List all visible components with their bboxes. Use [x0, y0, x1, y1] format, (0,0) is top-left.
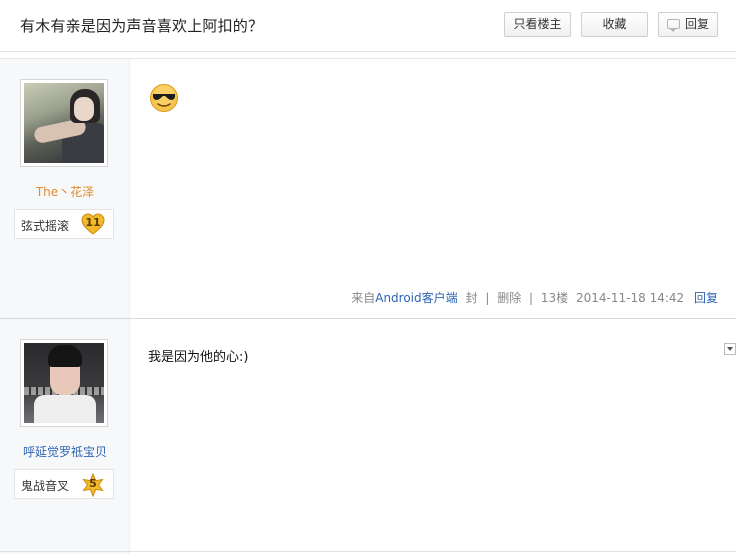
page-bottom-divider: [0, 551, 736, 552]
author-sidebar: 呼延觉罗祗宝贝 鬼战音叉 5: [0, 319, 130, 554]
reply-bubble-icon: [666, 19, 680, 32]
level-number: 11: [85, 216, 101, 229]
only-op-button[interactable]: 只看楼主: [504, 12, 571, 37]
source-prefix: 来自: [351, 291, 376, 305]
post-reply-link[interactable]: 回复: [694, 291, 718, 305]
badge-name: 鬼战音叉: [21, 479, 70, 493]
avatar-image: [24, 83, 104, 163]
author-name[interactable]: 呼延觉罗祗宝贝: [0, 443, 130, 460]
reply-button-label: 回复: [684, 17, 709, 31]
avatar-image: [24, 343, 104, 423]
thread-header: 有木有亲是因为声音喜欢上阿扣的？ 只看楼主 收藏 回复: [0, 0, 736, 52]
post-content: 来自Android客户端 封 | 删除 | 13楼 2014-11-18 14:…: [130, 59, 736, 318]
post-time: 2014-11-18 14:42: [576, 291, 685, 305]
post-options-dropdown[interactable]: [724, 343, 736, 355]
favorite-button[interactable]: 收藏: [581, 12, 648, 37]
floor-number: 13楼: [540, 291, 569, 305]
source-link[interactable]: Android客户端: [375, 291, 457, 305]
block-link[interactable]: 封: [465, 291, 477, 305]
meta-separator: |: [529, 291, 534, 305]
avatar[interactable]: [20, 339, 108, 427]
member-badge[interactable]: 弦式摇滚 11: [14, 209, 114, 239]
avatar[interactable]: [20, 79, 108, 167]
thread-title: 有木有亲是因为声音喜欢上阿扣的？: [20, 17, 264, 35]
post-floor-13: The丶花泽 弦式摇滚 11 来自Android客户端 封 | 删除 | 13楼…: [0, 59, 736, 318]
level-number: 5: [89, 477, 97, 490]
level-star-icon: 5: [81, 472, 105, 498]
post-content: 我是因为他的心:): [130, 319, 736, 554]
post-floor-14: 呼延觉罗祗宝贝 鬼战音叉 5 我是因为他的心:): [0, 319, 736, 554]
member-badge[interactable]: 鬼战音叉 5: [14, 469, 114, 499]
delete-link[interactable]: 删除: [497, 291, 521, 305]
level-heart-icon: 11: [81, 213, 105, 235]
badge-name: 弦式摇滚: [21, 219, 70, 233]
reply-button[interactable]: 回复: [658, 12, 718, 37]
cool-sunglasses-emoji-icon: [150, 84, 178, 112]
meta-separator: |: [485, 291, 490, 305]
post-text: 我是因为他的心:): [148, 350, 249, 365]
author-sidebar: The丶花泽 弦式摇滚 11: [0, 59, 130, 318]
author-name[interactable]: The丶花泽: [0, 183, 130, 200]
post-meta: 来自Android客户端 封 | 删除 | 13楼 2014-11-18 14:…: [347, 289, 718, 306]
